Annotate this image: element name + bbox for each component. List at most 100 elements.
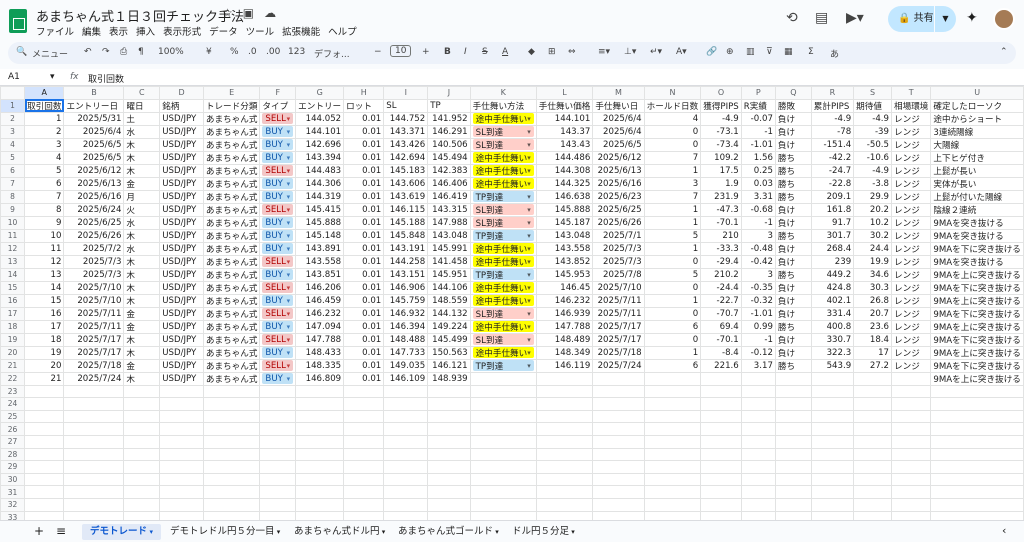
- table-cell[interactable]: 145.187: [535, 215, 594, 230]
- table-cell[interactable]: レンジ: [890, 280, 932, 295]
- empty-cell[interactable]: [159, 472, 204, 487]
- table-cell[interactable]: 27.2: [853, 358, 892, 373]
- empty-cell[interactable]: [259, 384, 297, 399]
- sheet-tab[interactable]: あまちゃん式ドル円 ▾: [286, 524, 393, 540]
- table-cell[interactable]: 143.371: [383, 124, 429, 139]
- table-cell[interactable]: 9MAを下に突き抜ける: [930, 280, 1024, 295]
- row-header[interactable]: 11: [0, 228, 26, 243]
- table-cell[interactable]: 途中からショート: [930, 111, 1024, 126]
- type-chip-cell[interactable]: SELL: [259, 202, 297, 217]
- type-chip-cell[interactable]: BUY: [259, 137, 297, 152]
- row-header[interactable]: 4: [0, 137, 26, 152]
- empty-cell[interactable]: [295, 497, 345, 512]
- table-cell[interactable]: 0: [643, 137, 702, 152]
- table-cell[interactable]: 144.052: [295, 111, 345, 126]
- table-cell[interactable]: 144.319: [295, 189, 345, 204]
- empty-cell[interactable]: [24, 409, 65, 424]
- table-cell[interactable]: 146.939: [535, 306, 594, 321]
- empty-cell[interactable]: [890, 510, 932, 520]
- empty-cell[interactable]: [890, 472, 932, 487]
- empty-cell[interactable]: [810, 485, 855, 499]
- empty-cell[interactable]: [159, 397, 204, 411]
- gemini-icon[interactable]: ✦: [966, 10, 978, 26]
- empty-cell[interactable]: [63, 397, 125, 411]
- empty-cell[interactable]: [740, 384, 776, 399]
- table-cell[interactable]: 144.258: [383, 254, 429, 269]
- empty-cell[interactable]: [295, 485, 345, 499]
- table-cell[interactable]: 210.2: [700, 267, 742, 282]
- empty-cell[interactable]: [159, 384, 204, 399]
- table-cell[interactable]: 144.132: [427, 306, 471, 321]
- empty-cell[interactable]: [259, 434, 297, 449]
- table-cell[interactable]: 2025/6/12: [63, 163, 125, 178]
- dropdown-chip[interactable]: BUY: [262, 373, 294, 384]
- row-header[interactable]: 28: [0, 447, 26, 462]
- sheets-logo-icon[interactable]: [9, 9, 27, 33]
- table-cell[interactable]: 3: [643, 176, 702, 191]
- exit-method-chip-cell[interactable]: 途中手仕舞い: [469, 254, 537, 269]
- empty-cell[interactable]: [343, 384, 385, 399]
- table-cell[interactable]: 145.494: [427, 150, 471, 165]
- borders-icon[interactable]: ⊞: [548, 47, 556, 57]
- table-cell[interactable]: 8: [24, 202, 65, 217]
- empty-cell[interactable]: [469, 485, 537, 499]
- empty-cell[interactable]: [123, 497, 161, 512]
- table-cell[interactable]: 146.232: [295, 306, 345, 321]
- table-cell[interactable]: 148.939: [427, 371, 471, 386]
- table-cell[interactable]: 0: [643, 306, 702, 321]
- table-cell[interactable]: 144.486: [535, 150, 594, 165]
- empty-cell[interactable]: [740, 485, 776, 499]
- table-cell[interactable]: USD/JPY: [159, 241, 204, 256]
- table-cell[interactable]: 143.191: [383, 241, 429, 256]
- header-cell[interactable]: 期待値: [853, 98, 892, 113]
- column-header[interactable]: Q: [774, 86, 812, 100]
- empty-cell[interactable]: [774, 384, 812, 399]
- table-cell[interactable]: 7: [643, 189, 702, 204]
- empty-cell[interactable]: [202, 447, 261, 462]
- row-header[interactable]: 12: [0, 241, 26, 256]
- table-cell[interactable]: [853, 371, 892, 386]
- table-cell[interactable]: 1: [643, 345, 702, 360]
- table-cell[interactable]: 150.563: [427, 345, 471, 360]
- table-cell[interactable]: 木: [123, 345, 161, 360]
- header-cell[interactable]: 手仕舞い方法: [469, 98, 537, 113]
- empty-cell[interactable]: [295, 422, 345, 436]
- dropdown-chip[interactable]: 途中手仕舞い: [472, 113, 534, 124]
- table-cell[interactable]: あまちゃん式: [202, 306, 261, 321]
- table-cell[interactable]: 145.415: [295, 202, 345, 217]
- column-header[interactable]: C: [123, 86, 161, 100]
- table-cell[interactable]: 0.01: [343, 189, 385, 204]
- table-cell[interactable]: -22.8: [810, 176, 855, 191]
- fill-color-icon[interactable]: ◆: [528, 47, 535, 57]
- table-cell[interactable]: 0.01: [343, 215, 385, 230]
- empty-cell[interactable]: [259, 485, 297, 499]
- table-cell[interactable]: 145.951: [427, 267, 471, 282]
- empty-cell[interactable]: [930, 497, 1024, 512]
- empty-cell[interactable]: [159, 485, 204, 499]
- table-cell[interactable]: あまちゃん式: [202, 319, 261, 334]
- table-cell[interactable]: 負け: [774, 241, 812, 256]
- column-header[interactable]: T: [890, 86, 932, 100]
- exit-method-chip-cell[interactable]: TP到達: [469, 228, 537, 243]
- undo-icon[interactable]: ↶: [84, 47, 92, 57]
- table-cell[interactable]: 146.291: [427, 124, 471, 139]
- row-header[interactable]: 19: [0, 332, 26, 347]
- type-chip-cell[interactable]: BUY: [259, 345, 297, 360]
- table-cell[interactable]: USD/JPY: [159, 215, 204, 230]
- empty-cell[interactable]: [810, 434, 855, 449]
- empty-cell[interactable]: [853, 434, 892, 449]
- table-cell[interactable]: 2025/7/3: [63, 267, 125, 282]
- table-cell[interactable]: 金: [123, 358, 161, 373]
- dropdown-chip[interactable]: BUY: [262, 243, 294, 254]
- table-cell[interactable]: USD/JPY: [159, 111, 204, 126]
- table-cell[interactable]: 金: [123, 306, 161, 321]
- type-chip-cell[interactable]: BUY: [259, 215, 297, 230]
- table-cell[interactable]: 負け: [774, 202, 812, 217]
- cloud-status-icon[interactable]: ☁: [264, 6, 276, 20]
- empty-cell[interactable]: [469, 447, 537, 462]
- type-chip-cell[interactable]: SELL: [259, 306, 297, 321]
- table-cell[interactable]: -151.4: [810, 137, 855, 152]
- table-cell[interactable]: 土: [123, 111, 161, 126]
- empty-cell[interactable]: [123, 409, 161, 424]
- empty-cell[interactable]: [63, 497, 125, 512]
